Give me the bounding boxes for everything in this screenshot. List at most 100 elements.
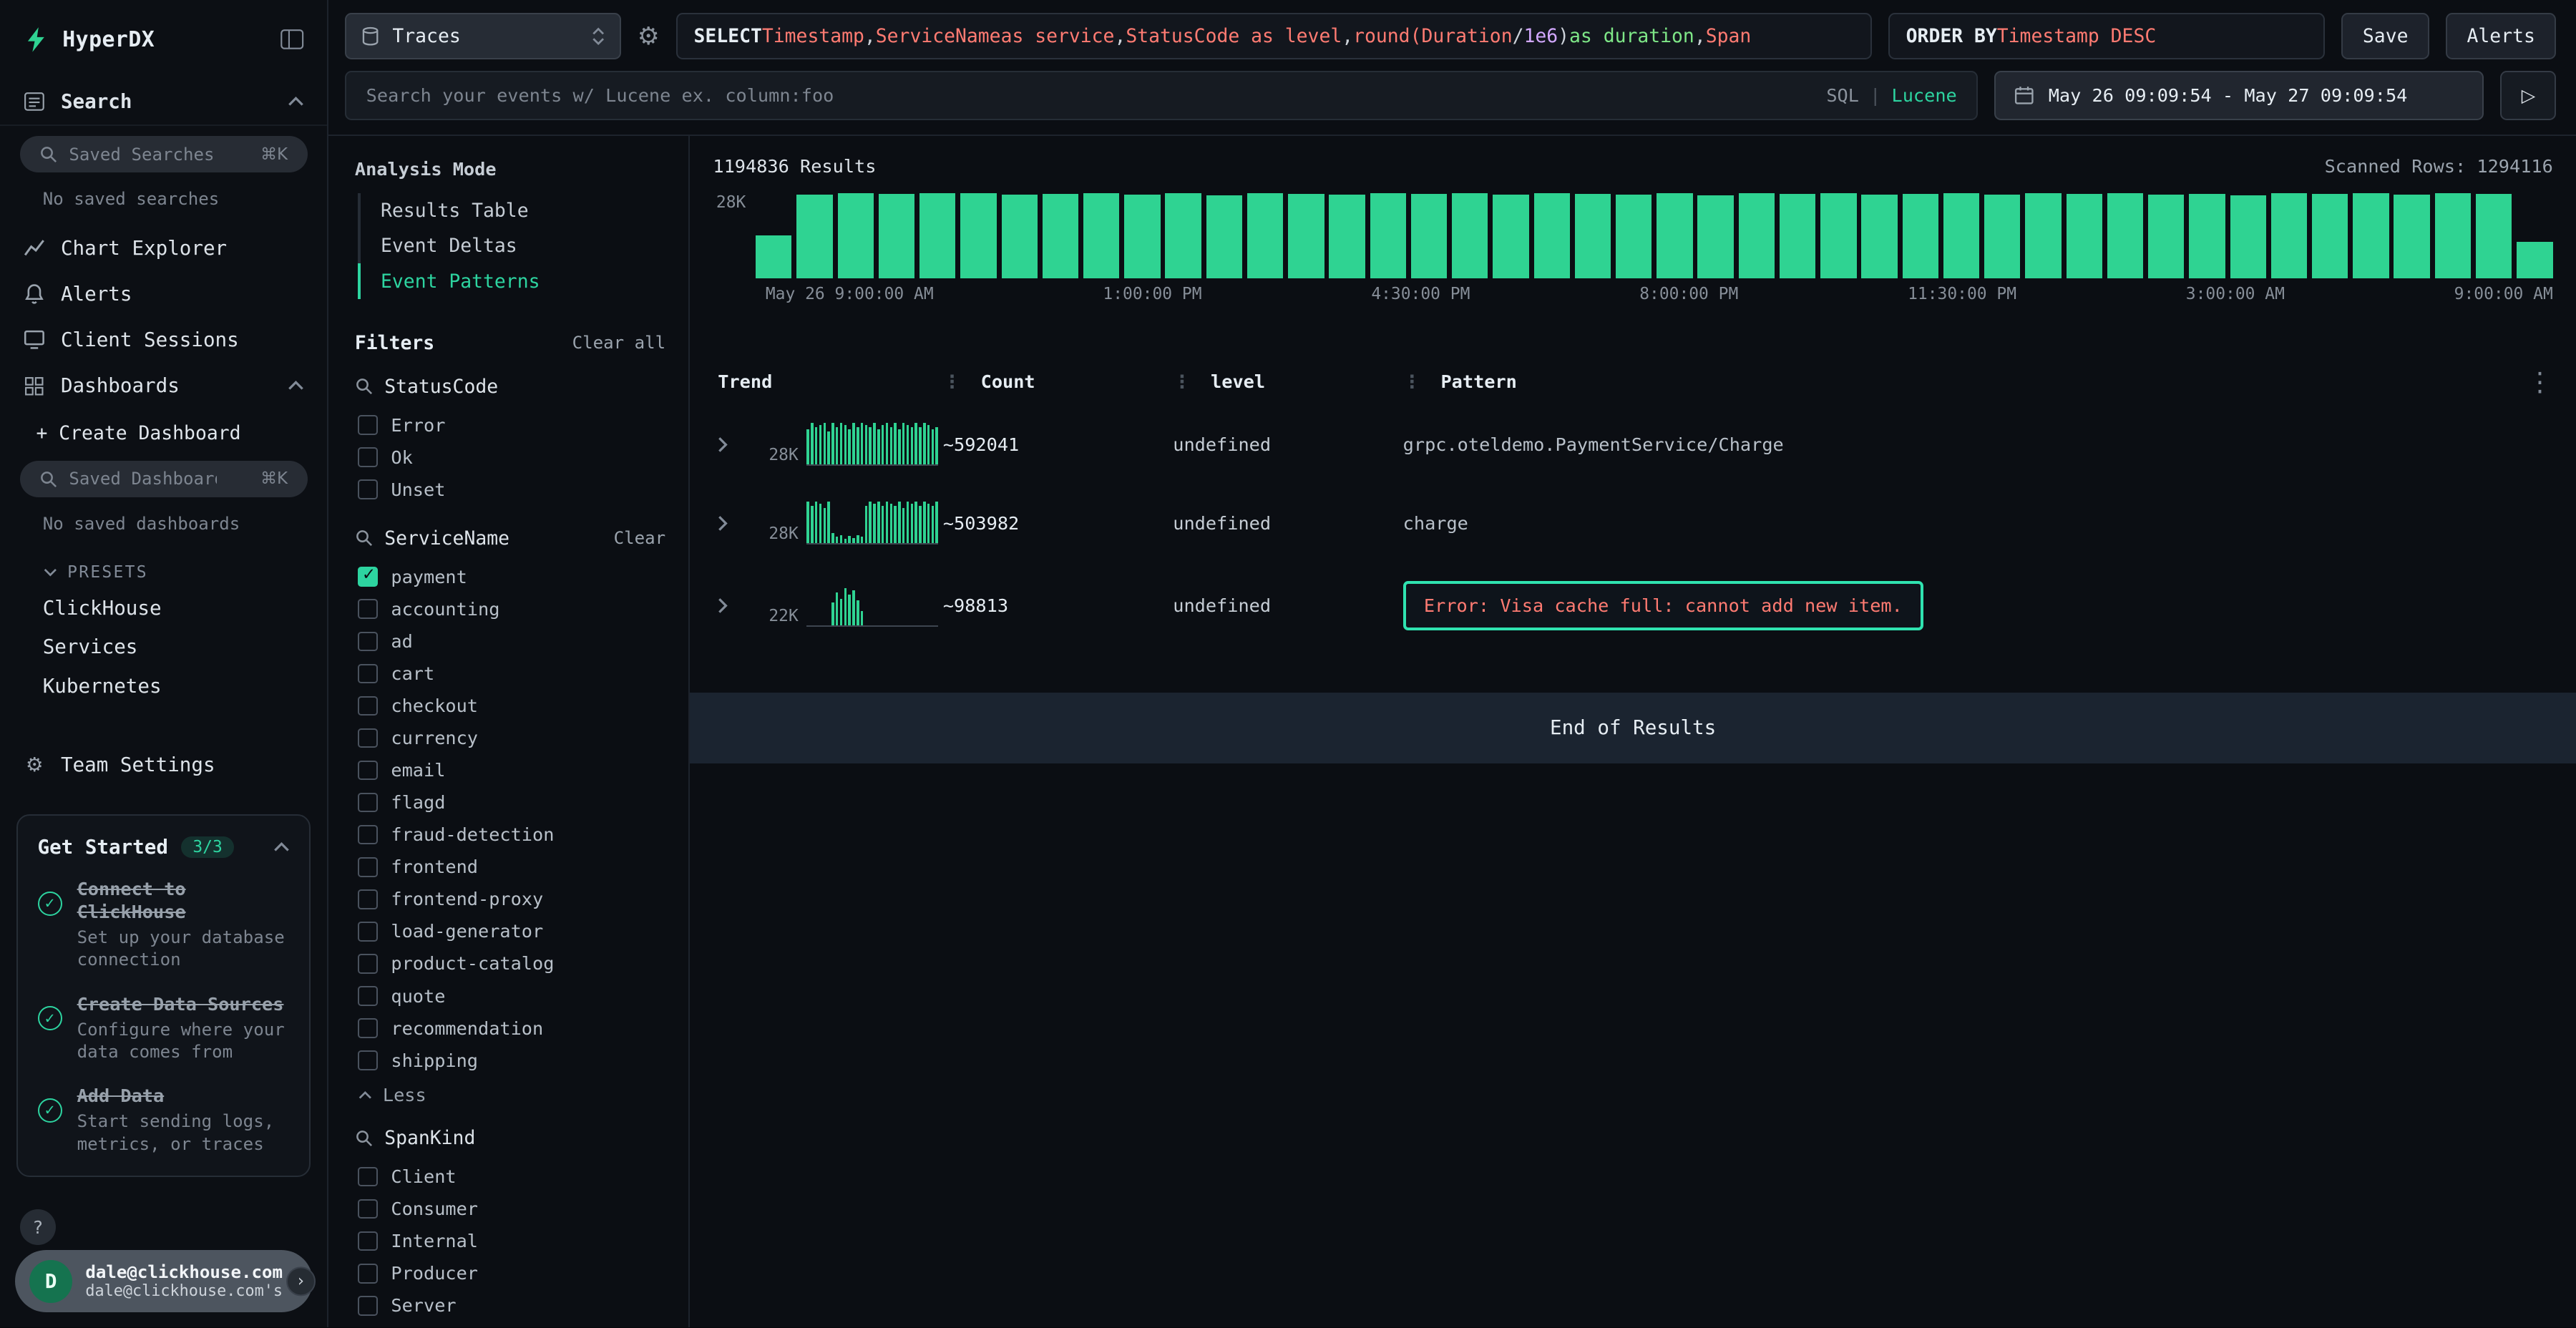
filter-option[interactable]: frontend [355, 851, 665, 883]
filter-option[interactable]: load-generator [355, 915, 665, 947]
checkbox[interactable] [358, 664, 378, 684]
presets-toggle[interactable]: PRESETS [0, 550, 327, 589]
checkbox[interactable] [358, 1167, 378, 1187]
get-started-step[interactable]: ✓ Add Data Start sending logs, metrics, … [38, 1085, 290, 1156]
saved-searches-field[interactable] [69, 145, 217, 165]
chevron-up-icon[interactable] [273, 842, 290, 852]
mode-event-patterns[interactable]: Event Patterns [358, 263, 665, 298]
table-menu-icon[interactable]: ⋮ [2514, 366, 2553, 397]
run-query-button[interactable]: ▷ [2500, 71, 2556, 120]
create-dashboard-button[interactable]: + Create Dashboard [0, 409, 327, 454]
filter-option[interactable]: Server [355, 1289, 665, 1322]
get-started-step[interactable]: ✓ Create Data Sources Configure where yo… [38, 993, 290, 1064]
clear-all-filters-link[interactable]: Clear all [572, 333, 666, 353]
filter-option[interactable]: shipping [355, 1045, 665, 1077]
checkbox[interactable] [358, 986, 378, 1006]
collapse-sidebar-icon[interactable] [280, 29, 304, 50]
checkbox[interactable] [358, 922, 378, 942]
pattern-text-highlighted[interactable]: Error: Visa cache full: cannot add new i… [1403, 581, 1923, 630]
filter-option[interactable]: frontend-proxy [355, 883, 665, 915]
source-select[interactable]: Traces [345, 13, 621, 59]
filter-option[interactable]: fraud-detection [355, 819, 665, 851]
filter-option[interactable]: recommendation [355, 1012, 665, 1045]
expand-row-icon[interactable] [713, 436, 758, 453]
checkbox[interactable] [358, 632, 378, 652]
filter-option[interactable]: Producer [355, 1257, 665, 1289]
filter-option[interactable]: accounting [355, 593, 665, 625]
checkbox[interactable] [358, 1050, 378, 1070]
chevron-up-icon[interactable] [288, 97, 304, 107]
expand-row-icon[interactable] [713, 515, 758, 532]
date-range-picker[interactable]: May 26 09:09:54 - May 27 09:09:54 [1994, 71, 2484, 120]
filter-option[interactable]: payment [355, 561, 665, 593]
filter-option[interactable]: currency [355, 722, 665, 754]
pattern-row[interactable]: 28K ~592041 undefined grpc.oteldemo.Paym… [713, 406, 2552, 485]
filter-option[interactable]: email [355, 754, 665, 786]
source-settings-gear-icon[interactable]: ⚙ [638, 22, 660, 51]
checkbox[interactable] [358, 761, 378, 781]
sidebar-item-team-settings[interactable]: ⚙ Team Settings [0, 742, 327, 788]
expand-row-icon[interactable] [713, 597, 758, 614]
column-header-trend[interactable]: Trend [713, 371, 942, 392]
filter-option[interactable]: ad [355, 625, 665, 658]
filter-option[interactable]: flagd [355, 786, 665, 819]
filter-option[interactable]: Error [355, 409, 665, 441]
pattern-row[interactable]: 22K ~98813 undefined Error: Visa cache f… [713, 565, 2552, 650]
sidebar-item-chart-explorer[interactable]: Chart Explorer [0, 225, 327, 271]
mode-event-deltas[interactable]: Event Deltas [358, 228, 665, 263]
sidebar-item-dashboards[interactable]: Dashboards [0, 363, 327, 409]
checkbox[interactable] [358, 599, 378, 619]
filter-option[interactable]: product-catalog [355, 947, 665, 980]
show-less-link[interactable]: Less [355, 1077, 665, 1105]
saved-dashboards-input[interactable]: ⌘K [20, 461, 308, 497]
filter-option[interactable]: Internal [355, 1225, 665, 1257]
checkbox[interactable] [358, 728, 378, 748]
checkbox[interactable] [358, 415, 378, 435]
search-input[interactable] [366, 85, 1813, 106]
event-search-bar[interactable]: SQL | Lucene [345, 71, 1978, 120]
lucene-language-toggle[interactable]: Lucene [1892, 85, 1957, 106]
column-resize-handle[interactable]: ⋮ [943, 371, 961, 392]
alerts-button[interactable]: Alerts [2446, 13, 2556, 59]
saved-searches-input[interactable]: ⌘K [20, 136, 308, 172]
checkbox[interactable] [358, 1231, 378, 1251]
help-button[interactable]: ? [20, 1209, 57, 1246]
checkbox[interactable] [358, 825, 378, 845]
mode-results-table[interactable]: Results Table [358, 193, 665, 228]
checkbox[interactable] [358, 1296, 378, 1316]
sql-select-editor[interactable]: SELECT Timestamp, ServiceName as service… [676, 13, 1872, 59]
checkbox[interactable] [358, 696, 378, 716]
sql-language-toggle[interactable]: SQL [1826, 85, 1859, 106]
checkbox[interactable] [358, 1264, 378, 1284]
checkbox[interactable] [358, 479, 378, 499]
filter-option[interactable]: checkout [355, 690, 665, 722]
checkbox[interactable] [358, 1199, 378, 1219]
clear-group-link[interactable]: Clear [614, 528, 666, 548]
filter-option[interactable]: quote [355, 980, 665, 1012]
checkbox[interactable] [358, 857, 378, 877]
pattern-row[interactable]: 28K ~503982 undefined charge [713, 485, 2552, 564]
filter-option[interactable]: cart [355, 658, 665, 690]
order-by-editor[interactable]: ORDER BY Timestamp DESC [1888, 13, 2326, 59]
sidebar-item-alerts[interactable]: Alerts [0, 271, 327, 317]
filter-option[interactable]: Unset [355, 474, 665, 506]
checkbox[interactable] [358, 954, 378, 974]
user-account-chip[interactable]: D dale@clickhouse.com dale@clickhouse.co… [15, 1250, 313, 1312]
histogram-bars[interactable] [756, 193, 2553, 278]
save-button[interactable]: Save [2341, 13, 2429, 59]
sidebar-item-services[interactable]: Services [0, 628, 327, 667]
sidebar-item-client-sessions[interactable]: Client Sessions [0, 317, 327, 363]
search-icon[interactable] [355, 377, 373, 395]
checkbox[interactable] [358, 793, 378, 813]
search-icon[interactable] [355, 1129, 373, 1147]
column-header-pattern[interactable]: Pattern [1440, 371, 1516, 392]
chevron-up-icon[interactable] [288, 381, 304, 391]
checkbox[interactable] [358, 567, 378, 587]
get-started-step[interactable]: ✓ Connect to ClickHouse Set up your data… [38, 878, 290, 971]
search-icon[interactable] [355, 529, 373, 547]
column-header-level[interactable]: level [1211, 371, 1265, 392]
checkbox[interactable] [358, 889, 378, 909]
column-header-count[interactable]: Count [981, 371, 1035, 392]
saved-dashboards-field[interactable] [69, 469, 217, 489]
sidebar-item-kubernetes[interactable]: Kubernetes [0, 667, 327, 706]
